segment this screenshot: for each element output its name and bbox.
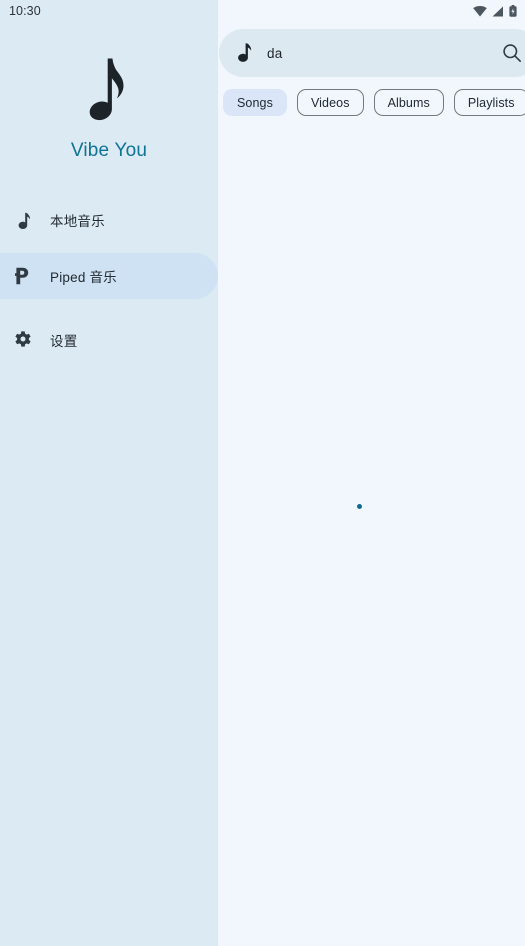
content-area: Songs Videos Albums Playlists	[218, 0, 525, 946]
chip-videos[interactable]: Videos	[296, 89, 364, 116]
music-note-icon	[235, 42, 255, 64]
sidebar-item-label: 本地音乐	[50, 214, 105, 229]
chip-songs[interactable]: Songs	[223, 89, 287, 116]
app-title: Vibe You	[70, 140, 148, 161]
loading-spinner	[357, 504, 362, 509]
music-note-icon	[77, 54, 141, 124]
sidebar-item-local-music[interactable]: 本地音乐	[0, 197, 218, 243]
chip-albums[interactable]: Albums	[373, 89, 444, 116]
search-input[interactable]	[255, 45, 499, 61]
search-bar[interactable]	[219, 29, 525, 77]
filter-chips: Songs Videos Albums Playlists	[218, 89, 525, 116]
sidebar-item-piped-music[interactable]: Piped 音乐	[0, 253, 218, 299]
music-note-icon	[10, 207, 36, 233]
gear-icon	[10, 327, 36, 353]
piped-p-icon	[10, 263, 36, 289]
sidebar: Vibe You 本地音乐 Piped 音乐 设置	[0, 0, 218, 946]
search-icon[interactable]	[499, 40, 525, 66]
app-brand: Vibe You	[0, 22, 218, 162]
sidebar-item-label: 设置	[50, 334, 78, 349]
chip-playlists[interactable]: Playlists	[453, 89, 525, 116]
sidebar-item-label: Piped 音乐	[50, 270, 117, 285]
chip-label: Songs	[237, 95, 273, 110]
sidebar-item-settings[interactable]: 设置	[0, 317, 218, 363]
search-results-area	[218, 122, 525, 946]
chip-label: Albums	[387, 95, 430, 110]
chip-label: Playlists	[467, 95, 515, 110]
sidebar-nav: 本地音乐 Piped 音乐 设置	[0, 197, 218, 363]
chip-label: Videos	[310, 95, 350, 110]
app-screen: 10:30 Vibe You 本地音乐 Piped 音乐 设置 da Songs…	[0, 0, 525, 946]
